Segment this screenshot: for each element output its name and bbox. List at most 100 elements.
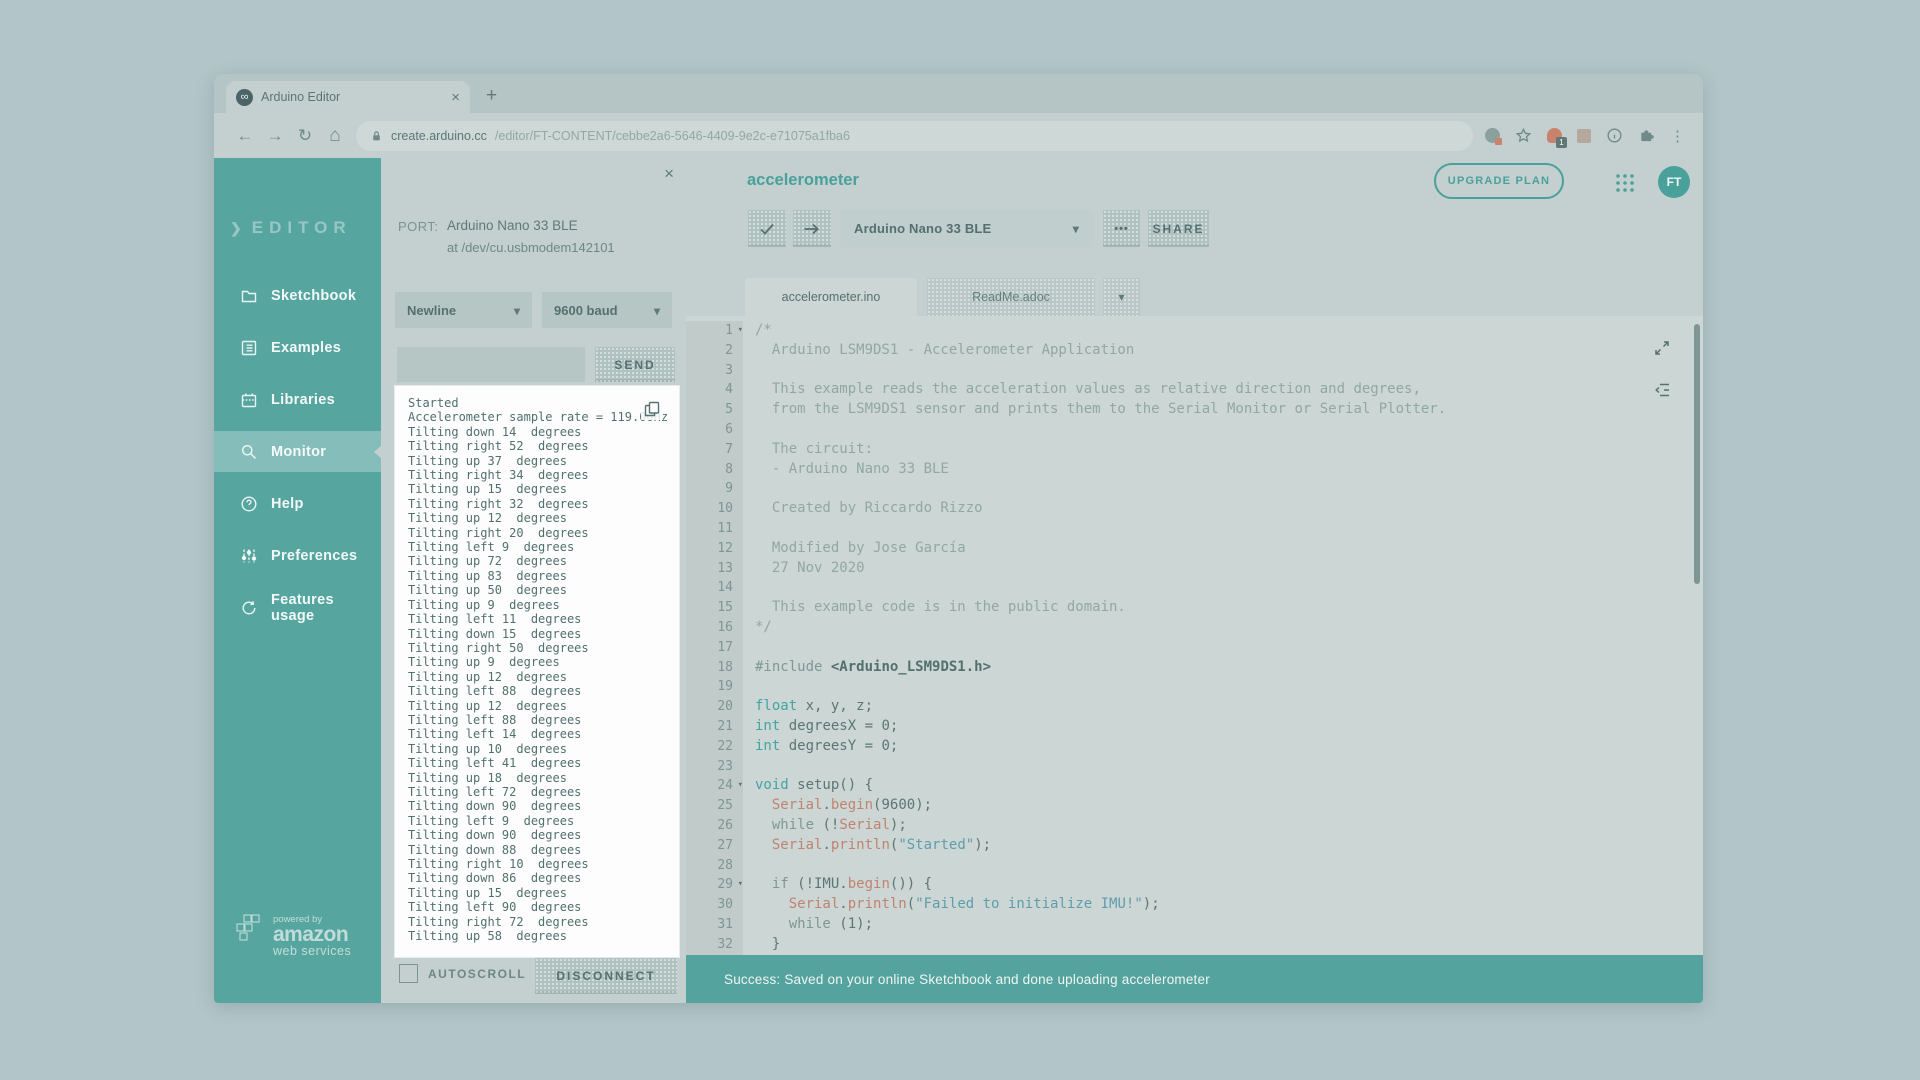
code-scrollbar[interactable] xyxy=(1694,324,1700,584)
magnifier-icon xyxy=(240,443,258,461)
line-number: 18 xyxy=(686,658,743,678)
disconnect-button[interactable]: DISCONNECT xyxy=(535,958,677,994)
tab-accelerometer-ino[interactable]: accelerometer.ino xyxy=(745,278,917,316)
code-line: 13 27 Nov 2020 xyxy=(686,559,1703,579)
log-line: Tilting up 18 degrees xyxy=(408,771,675,785)
sidebar-item-label: Monitor xyxy=(271,444,326,460)
extension-icon-1[interactable] xyxy=(1485,128,1500,143)
code-line: 28 xyxy=(686,856,1703,876)
log-line: Tilting up 37 degrees xyxy=(408,454,675,468)
log-line: Tilting down 88 degrees xyxy=(408,843,675,857)
code-editor[interactable]: 1/*2 Arduino LSM9DS1 - Accelerometer App… xyxy=(686,316,1703,955)
serial-monitor-output[interactable]: StartedAccelerometer sample rate = 119.0… xyxy=(394,385,680,958)
serial-plotter-icon[interactable] xyxy=(1652,380,1672,400)
sidebar-item-features-usage[interactable]: Features usage xyxy=(214,587,381,628)
tab-readme-adoc[interactable]: ReadMe.adoc xyxy=(927,278,1095,316)
reload-icon[interactable]: ↻ xyxy=(290,126,320,146)
upload-button[interactable] xyxy=(793,210,831,247)
log-line: Tilting up 50 degrees xyxy=(408,583,675,597)
sidebar-item-sketchbook[interactable]: Sketchbook xyxy=(214,275,381,316)
code-line: 16*/ xyxy=(686,618,1703,638)
more-options-button[interactable]: ••• xyxy=(1103,210,1140,247)
log-line: Tilting up 12 degrees xyxy=(408,511,675,525)
lock-icon xyxy=(370,129,383,143)
new-tab-button[interactable]: + xyxy=(486,84,497,108)
board-select[interactable]: Arduino Nano 33 BLE xyxy=(840,210,1093,247)
code-line: 18#include <Arduino_LSM9DS1.h> xyxy=(686,658,1703,678)
code-line: 15 This example code is in the public do… xyxy=(686,598,1703,618)
serial-message-input[interactable] xyxy=(397,347,585,382)
code-line: 2 Arduino LSM9DS1 - Accelerometer Applic… xyxy=(686,341,1703,361)
back-icon[interactable]: ← xyxy=(230,126,260,146)
sidebar-item-label: Libraries xyxy=(271,392,335,408)
apps-grid-icon[interactable] xyxy=(1614,172,1636,194)
log-line: Tilting right 20 degrees xyxy=(408,526,675,540)
browser-tab-bar: ∞ Arduino Editor × + xyxy=(214,74,1703,113)
tab-title: Arduino Editor xyxy=(261,90,443,104)
code-line: 26 while (!Serial); xyxy=(686,816,1703,836)
log-line: Started xyxy=(408,396,675,410)
editor-logo: ❯EDITOR xyxy=(230,218,352,238)
autoscroll-checkbox[interactable] xyxy=(399,964,418,983)
browser-tab[interactable]: ∞ Arduino Editor × xyxy=(226,81,470,113)
tab-close-icon[interactable]: × xyxy=(451,89,460,106)
line-number: 15 xyxy=(686,598,743,618)
log-line: Tilting up 9 degrees xyxy=(408,598,675,612)
code-line: 25 Serial.begin(9600); xyxy=(686,796,1703,816)
aws-cubes-icon xyxy=(236,914,266,948)
copy-icon[interactable] xyxy=(641,398,663,420)
sidebar-item-help[interactable]: Help xyxy=(214,483,381,524)
upgrade-plan-button[interactable]: UPGRADE PLAN xyxy=(1434,163,1564,199)
line-number: 30 xyxy=(686,895,743,915)
extension-icon-2[interactable] xyxy=(1577,129,1591,143)
sidebar-item-monitor[interactable]: Monitor xyxy=(214,431,381,472)
send-button[interactable]: SEND xyxy=(595,347,675,382)
log-line: Tilting left 14 degrees xyxy=(408,727,675,741)
status-bar: Success: Saved on your online Sketchbook… xyxy=(686,955,1703,1003)
line-number-fold[interactable]: 24 xyxy=(686,776,743,796)
sidebar-item-examples[interactable]: Examples xyxy=(214,327,381,368)
line-number: 6 xyxy=(686,420,743,440)
autoscroll-label: AUTOSCROLL xyxy=(428,967,526,981)
line-number: 8 xyxy=(686,460,743,480)
share-button[interactable]: SHARE xyxy=(1148,210,1209,247)
bookmark-star-icon[interactable] xyxy=(1515,127,1532,144)
forward-icon[interactable]: → xyxy=(260,126,290,146)
tab-list-dropdown[interactable] xyxy=(1103,278,1140,316)
code-line: 11 xyxy=(686,519,1703,539)
fullscreen-icon[interactable] xyxy=(1652,338,1672,358)
line-number: 27 xyxy=(686,836,743,856)
sidebar-item-libraries[interactable]: Libraries xyxy=(214,379,381,420)
panel-close-icon[interactable]: × xyxy=(664,164,674,184)
baud-rate-select[interactable]: 9600 baud xyxy=(542,292,672,328)
log-line: Tilting down 90 degrees xyxy=(408,799,675,813)
book-icon xyxy=(240,391,258,409)
address-bar[interactable]: create.arduino.cc/editor/FT-CONTENT/cebb… xyxy=(356,121,1473,151)
line-number: 11 xyxy=(686,519,743,539)
extensions-puzzle-icon[interactable] xyxy=(1638,127,1655,144)
line-number-fold[interactable]: 29 xyxy=(686,875,743,895)
line-number: 12 xyxy=(686,539,743,559)
code-line: 7 The circuit: xyxy=(686,440,1703,460)
verify-button[interactable] xyxy=(748,210,786,247)
info-icon[interactable] xyxy=(1606,127,1623,144)
code-line: 17 xyxy=(686,638,1703,658)
browser-toolbar: ← → ↻ ⌂ create.arduino.cc/editor/FT-CONT… xyxy=(214,113,1703,158)
log-line: Tilting left 9 degrees xyxy=(408,814,675,828)
home-icon[interactable]: ⌂ xyxy=(320,125,350,147)
line-number: 22 xyxy=(686,737,743,757)
question-icon xyxy=(240,495,258,513)
browser-menu-icon[interactable]: ⋮ xyxy=(1670,127,1685,145)
line-ending-select[interactable]: Newline xyxy=(395,292,532,328)
sliders-icon xyxy=(240,547,258,565)
extension-icon-notification[interactable]: 1 xyxy=(1547,128,1562,143)
editor-area: accelerometer UPGRADE PLAN FT Arduino Na… xyxy=(686,158,1703,1003)
log-line: Accelerometer sample rate = 119.00Hz xyxy=(408,410,675,424)
chevron-down-icon xyxy=(1118,290,1124,304)
line-number-fold[interactable]: 1 xyxy=(686,321,743,341)
log-line: Tilting up 12 degrees xyxy=(408,670,675,684)
sidebar-item-preferences[interactable]: Preferences xyxy=(214,535,381,576)
log-line: Tilting right 32 degrees xyxy=(408,497,675,511)
sketch-title: accelerometer xyxy=(747,171,859,190)
avatar[interactable]: FT xyxy=(1658,166,1690,198)
